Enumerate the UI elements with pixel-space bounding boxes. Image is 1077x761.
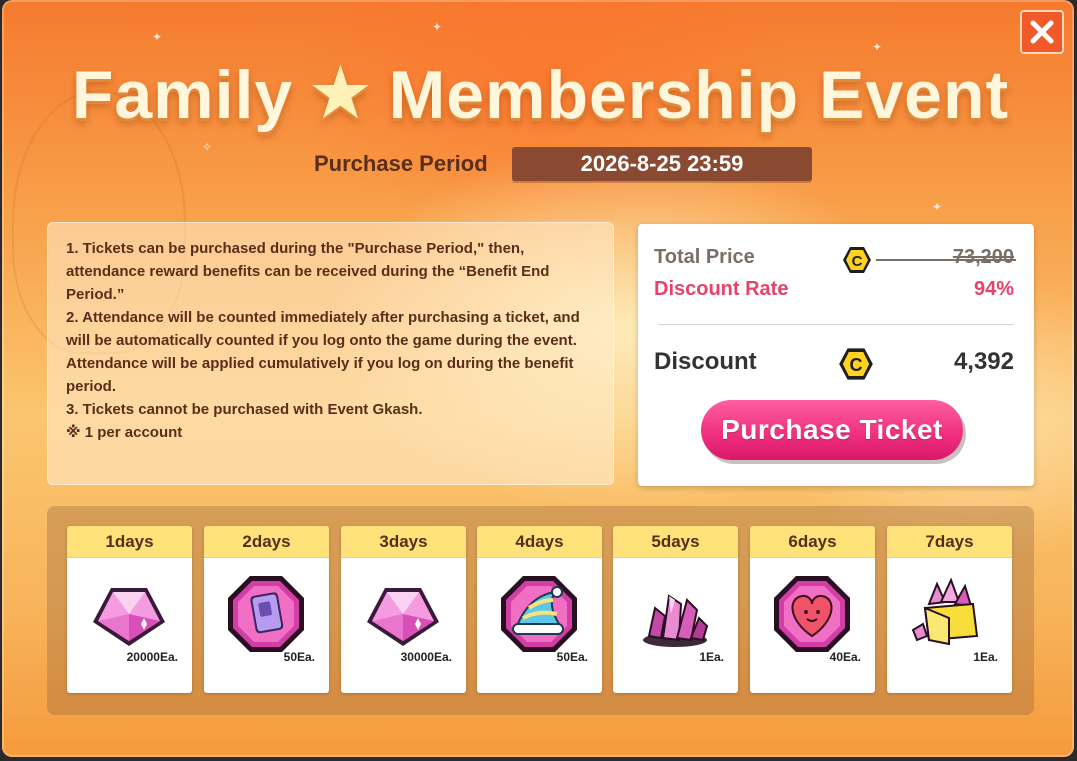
- purchase-ticket-button[interactable]: Purchase Ticket: [701, 400, 963, 460]
- reward-day-label: 4days: [477, 526, 602, 558]
- close-button[interactable]: [1020, 10, 1064, 54]
- purchase-period-value: 2026-8-25 23:59: [512, 147, 812, 181]
- reward-day-label: 3days: [341, 526, 466, 558]
- reward-card-day-6: 6days 40Ea.: [750, 526, 875, 693]
- reward-quantity: 30000Ea.: [400, 650, 452, 664]
- heart-badge-icon: [774, 576, 850, 652]
- reward-quantity: 40Ea.: [829, 650, 861, 664]
- card-badge-icon: [228, 576, 304, 652]
- reward-day-label: 7days: [887, 526, 1012, 558]
- nightcap-badge-icon: [501, 576, 577, 652]
- sparkle-icon: ✦: [432, 20, 443, 34]
- notice-line: 2. Attendance will be counted immediatel…: [66, 309, 580, 395]
- reward-day-label: 1days: [67, 526, 192, 558]
- discount-rate-value: 94%: [973, 278, 1014, 300]
- crystal-cluster-icon: [643, 594, 709, 647]
- reward-quantity: 1Ea.: [973, 650, 998, 664]
- sparkle-icon: ✦: [152, 30, 163, 44]
- title-left: Family: [71, 57, 294, 133]
- reward-quantity: 20000Ea.: [126, 650, 178, 664]
- membership-event-popup: ✦ ✦ ✦ ✦ ✧ Family ★ Membership Event Purcha…: [2, 0, 1074, 757]
- discount-rate-label: Discount Rate: [654, 278, 789, 300]
- title-right: Membership Event: [388, 57, 1010, 133]
- notice-line: ※ 1 per account: [66, 424, 183, 441]
- reward-card-day-7: 7days 1Ea.: [887, 526, 1012, 693]
- total-price-value: 73,200: [952, 246, 1014, 268]
- star-icon: ★: [307, 51, 375, 134]
- notice-panel: 1. Tickets can be purchased during the "…: [47, 222, 614, 485]
- c-coin-icon: C: [843, 247, 871, 273]
- purchase-period-label: Purchase Period: [314, 151, 488, 176]
- attendance-rewards-panel: 1days 20000Ea. 2days 50Ea. 3days 30000Ea…: [47, 506, 1034, 715]
- reward-day-label: 2days: [204, 526, 329, 558]
- reward-card-day-4: 4days 50Ea.: [477, 526, 602, 693]
- page-title: Family ★ Membership Event: [2, 50, 1074, 136]
- reward-day-label: 6days: [750, 526, 875, 558]
- reward-card-day-2: 2days 50Ea.: [204, 526, 329, 693]
- reward-card-day-1: 1days 20000Ea.: [67, 526, 192, 693]
- crystal-box-icon: [911, 577, 979, 646]
- notice-line: 1. Tickets can be purchased during the "…: [66, 240, 550, 303]
- notice-line: 3. Tickets cannot be purchased with Even…: [66, 401, 423, 418]
- sparkle-icon: ✧: [202, 140, 213, 154]
- reward-card-day-3: 3days 30000Ea.: [341, 526, 466, 693]
- pink-gem-icon: [367, 588, 439, 646]
- reward-quantity: 1Ea.: [699, 650, 724, 664]
- sparkle-icon: ✦: [932, 200, 943, 214]
- svg-text:C: C: [850, 355, 863, 375]
- reward-card-day-5: 5days 1Ea.: [613, 526, 738, 693]
- svg-text:C: C: [852, 253, 863, 270]
- price-box: Total Price C 73,200 Discount Rate 94% D…: [638, 224, 1034, 486]
- c-coin-icon: C: [839, 348, 873, 380]
- discount-price-value: 4,392: [953, 348, 1014, 375]
- pink-gem-icon: [93, 588, 165, 646]
- reward-quantity: 50Ea.: [556, 650, 588, 664]
- reward-quantity: 50Ea.: [283, 650, 315, 664]
- reward-day-label: 5days: [613, 526, 738, 558]
- divider: [658, 324, 1014, 325]
- close-icon: [1030, 20, 1054, 44]
